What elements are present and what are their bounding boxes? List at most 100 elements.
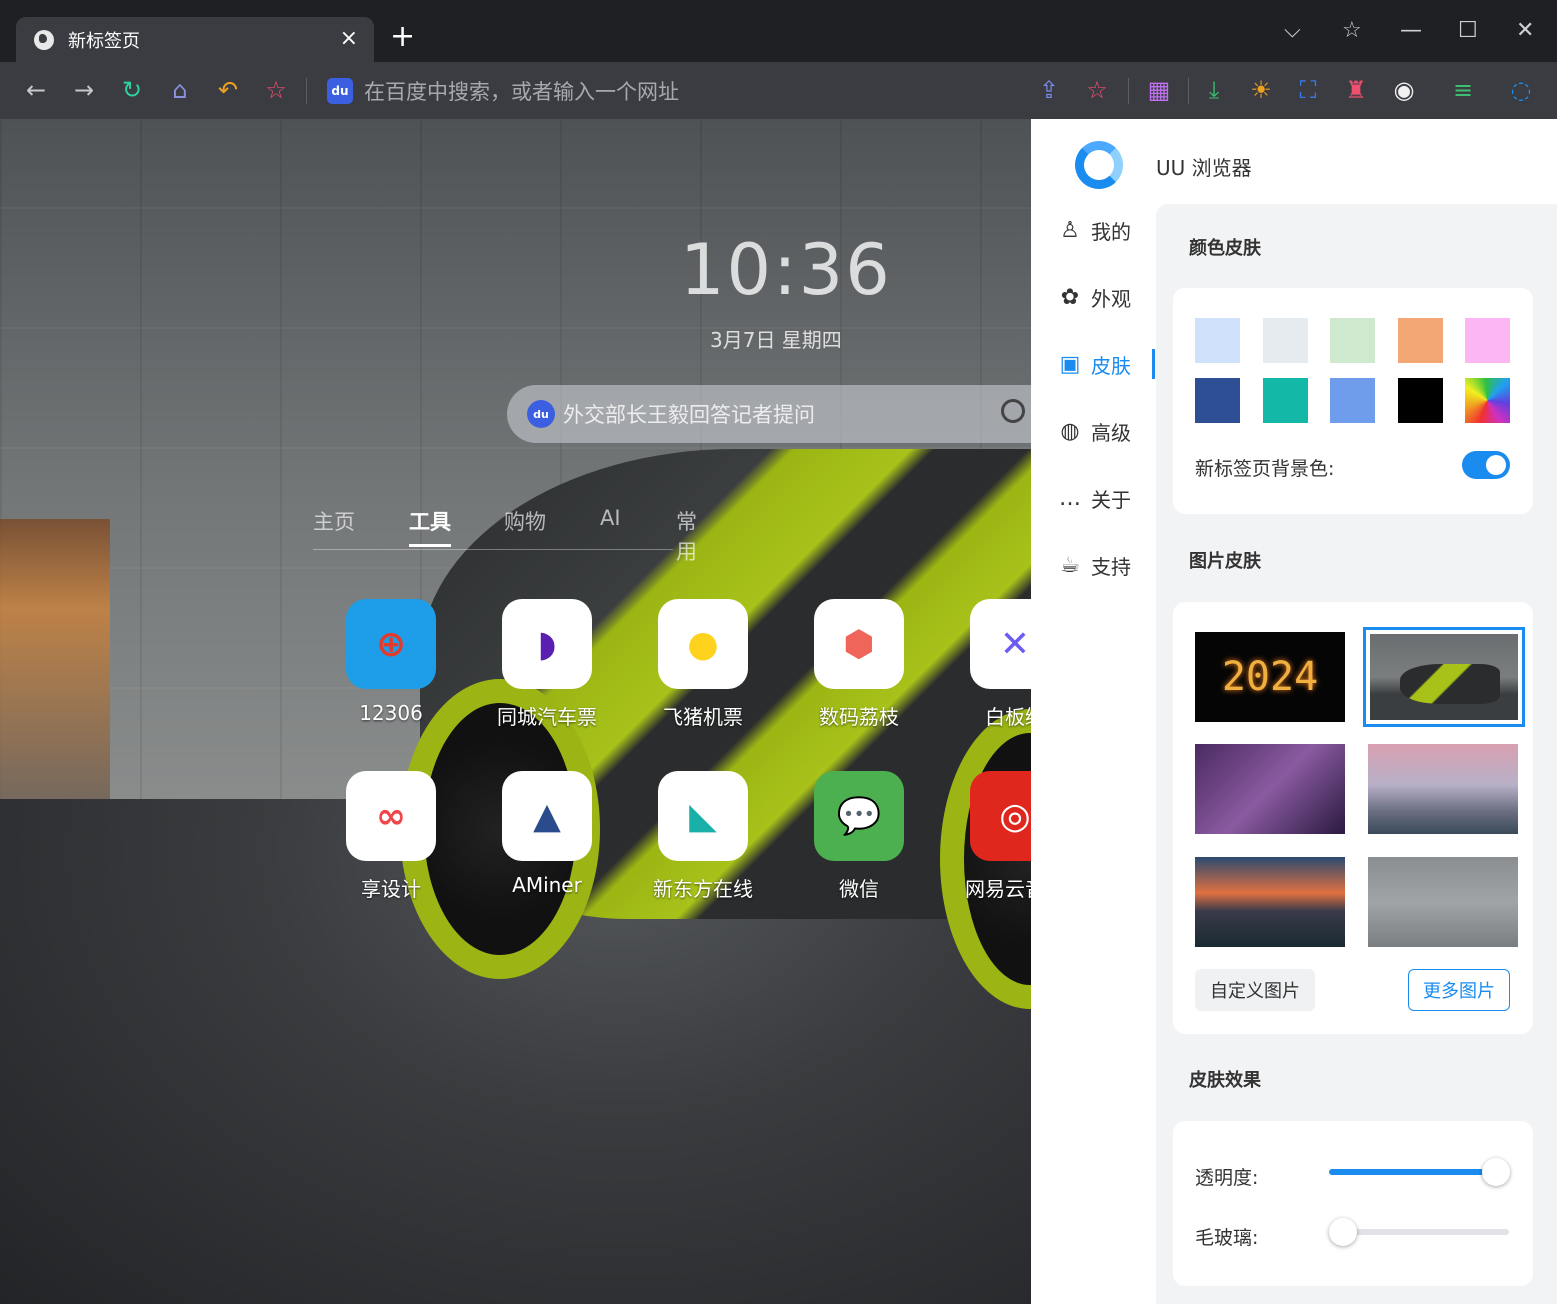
tab-shopping[interactable]: 购物 xyxy=(504,506,546,536)
close-window-button[interactable]: ✕ xyxy=(1516,16,1534,46)
app-label: 享设计 xyxy=(361,877,421,901)
app-shortcut[interactable]: ◣ 新东方在线 xyxy=(648,771,758,902)
menu-item[interactable]: ♙ 我的 xyxy=(1057,216,1131,245)
maximize-button[interactable]: ☐ xyxy=(1458,16,1478,46)
blur-slider-handle[interactable] xyxy=(1329,1218,1357,1246)
new-tab-button[interactable]: + xyxy=(390,22,415,52)
undo-close-icon[interactable]: ↶ xyxy=(212,74,244,106)
menu-item[interactable]: ◍ 高级 xyxy=(1057,417,1131,446)
app-shortcut[interactable]: ◎ 网易云音乐 xyxy=(960,771,1031,902)
minimize-button[interactable]: — xyxy=(1400,16,1422,46)
toolbar-divider xyxy=(1128,78,1129,104)
favorite-icon[interactable]: ☆ xyxy=(1081,74,1113,106)
tab-close-icon[interactable]: × xyxy=(340,26,358,51)
menu-item[interactable]: ▣ 皮肤 xyxy=(1057,350,1131,379)
app-shortcut[interactable]: ● 飞猪机票 xyxy=(648,599,758,730)
wechat-icon: 💬 xyxy=(814,771,904,861)
address-input[interactable]: 在百度中搜索，或者输入一个网址 xyxy=(364,76,679,106)
skin-thumb-girl-window[interactable] xyxy=(1195,744,1345,834)
account-avatar-icon[interactable]: ◉ xyxy=(1388,74,1420,106)
menu-icon[interactable]: ≡ xyxy=(1447,74,1479,106)
app-label: 12306 xyxy=(359,701,423,725)
color-swatch[interactable] xyxy=(1195,318,1240,363)
home-icon[interactable]: ⌂ xyxy=(164,74,196,106)
opacity-label: 透明度: xyxy=(1195,1167,1259,1189)
skin-thumb-city-skyline[interactable] xyxy=(1368,744,1518,834)
newtab-bg-toggle[interactable] xyxy=(1462,451,1510,479)
apps-grid-icon[interactable]: ▦ xyxy=(1143,74,1175,106)
app-label: AMiner xyxy=(512,873,582,897)
color-swatch[interactable] xyxy=(1330,318,1375,363)
tab-tools[interactable]: 工具 xyxy=(409,506,451,547)
xdf-icon: ◣ xyxy=(658,771,748,861)
blur-slider[interactable] xyxy=(1329,1218,1509,1246)
color-swatch[interactable] xyxy=(1195,378,1240,423)
chat-icon: … xyxy=(1059,486,1081,511)
railway-icon: ⊕ xyxy=(346,599,436,689)
active-menu-indicator xyxy=(1152,349,1155,379)
bookmark-star-icon[interactable]: ☆ xyxy=(260,74,292,106)
back-icon[interactable]: ← xyxy=(20,74,52,106)
skin-shirt-icon[interactable]: ♜ xyxy=(1340,74,1372,106)
more-images-button[interactable]: 更多图片 xyxy=(1408,969,1510,1011)
color-swatch[interactable] xyxy=(1262,318,1308,363)
netease-music-icon: ◎ xyxy=(970,771,1031,861)
reload-icon[interactable]: ↻ xyxy=(116,74,148,106)
opacity-slider[interactable] xyxy=(1329,1158,1511,1186)
search-icon[interactable] xyxy=(1001,399,1025,423)
skin-thumb-car-selected[interactable] xyxy=(1363,627,1525,727)
menu-item[interactable]: ✿ 外观 xyxy=(1057,283,1131,312)
image-skin-title: 图片皮肤 xyxy=(1189,551,1261,572)
app-shortcut[interactable]: ⊕ 12306 xyxy=(336,599,446,725)
forward-icon[interactable]: → xyxy=(68,74,100,106)
thumb-car-image xyxy=(1370,634,1518,720)
tab-common[interactable]: 常用 xyxy=(676,506,697,566)
color-skin-card: 新标签页背景色: xyxy=(1173,288,1533,514)
newtab-search-box[interactable]: du 外交部长王毅回答记者提问 xyxy=(507,385,1031,443)
color-swatch[interactable] xyxy=(1465,378,1510,423)
infinity-icon: ∞ xyxy=(346,771,436,861)
skin-effects-title: 皮肤效果 xyxy=(1189,1070,1261,1091)
app-shortcut[interactable]: ✕ 白板绘 xyxy=(960,599,1031,730)
skin-thumb-misty-sea[interactable] xyxy=(1368,857,1518,947)
palette-icon: ✿ xyxy=(1060,285,1080,310)
app-label: 同城汽车票 xyxy=(497,705,597,729)
app-shortcut[interactable]: ∞ 享设计 xyxy=(336,771,446,902)
app-shortcut[interactable]: ⬢ 数码荔枝 xyxy=(804,599,914,730)
share-icon[interactable]: ⇪ xyxy=(1033,74,1065,106)
menu-item-label: 高级 xyxy=(1091,421,1131,445)
opacity-slider-handle[interactable] xyxy=(1482,1158,1511,1186)
pin-icon[interactable]: ☆ xyxy=(1342,16,1362,46)
color-swatch[interactable] xyxy=(1262,378,1308,423)
image-skin-card: 2024 自定义图片 更多图片 xyxy=(1173,602,1533,1034)
skin-thumb-mountain-sunset[interactable] xyxy=(1195,857,1345,947)
app-label: 微信 xyxy=(839,877,879,901)
color-swatch[interactable] xyxy=(1330,378,1375,423)
app-shortcut[interactable]: ◗ 同城汽车票 xyxy=(492,599,602,730)
color-swatch[interactable] xyxy=(1397,318,1443,363)
title-bar: 新标签页 × + ⌵ ☆ — ☐ ✕ xyxy=(0,0,1557,62)
browser-tab[interactable]: 新标签页 × xyxy=(16,17,374,62)
background-stairs xyxy=(0,519,110,819)
tab-home[interactable]: 主页 xyxy=(313,506,355,536)
whiteboard-icon: ✕ xyxy=(970,599,1031,689)
download-icon[interactable]: ⤓ xyxy=(1198,74,1230,106)
color-swatch[interactable] xyxy=(1465,318,1510,363)
custom-image-button[interactable]: 自定义图片 xyxy=(1195,969,1315,1011)
tab-ai[interactable]: AI xyxy=(600,506,621,530)
menu-item[interactable]: … 关于 xyxy=(1057,484,1131,513)
app-label: 网易云音乐 xyxy=(965,877,1031,901)
skin-thumb-2024[interactable]: 2024 xyxy=(1195,632,1345,722)
menu-item-label: 我的 xyxy=(1091,220,1131,244)
toolbar: ← → ↻ ⌂ ↶ ☆ du 在百度中搜索，或者输入一个网址 ⇪ ☆ ▦ ⤓ ☀… xyxy=(0,62,1557,119)
color-swatch[interactable] xyxy=(1397,378,1443,423)
app-shortcut[interactable]: 💬 微信 xyxy=(804,771,914,902)
uu-logo-icon[interactable]: ◌ xyxy=(1505,74,1537,106)
tab-dropdown-icon[interactable]: ⌵ xyxy=(1284,16,1301,46)
brightness-icon[interactable]: ☀ xyxy=(1245,74,1277,106)
baidu-icon[interactable]: du xyxy=(327,78,353,104)
opacity-slider-fill xyxy=(1329,1169,1497,1175)
menu-item[interactable]: ☕ 支持 xyxy=(1057,551,1131,580)
app-shortcut[interactable]: ▲ AMiner xyxy=(492,771,602,897)
screenshot-icon[interactable]: ⛶ xyxy=(1292,74,1324,106)
